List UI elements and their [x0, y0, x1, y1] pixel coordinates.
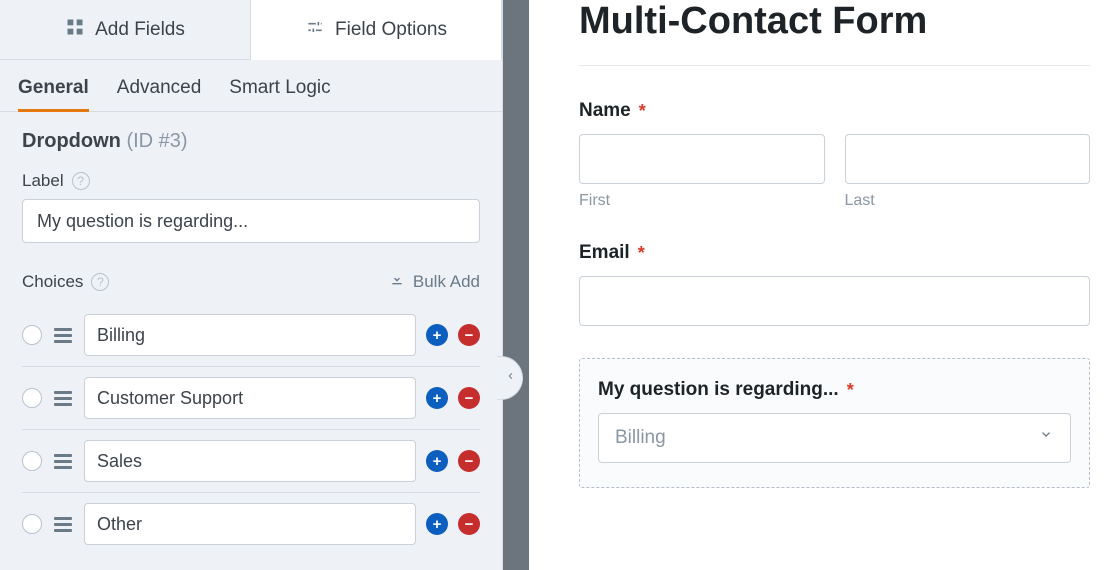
choice-row: +−: [22, 429, 480, 492]
add-choice-button[interactable]: +: [426, 513, 448, 535]
dropdown-select[interactable]: Billing: [598, 413, 1071, 463]
choice-row: +−: [22, 304, 480, 366]
choice-default-radio[interactable]: [22, 451, 42, 471]
field-type-label: Dropdown: [22, 130, 121, 152]
help-icon[interactable]: ?: [91, 273, 109, 291]
remove-choice-button[interactable]: −: [458, 324, 480, 346]
field-heading: Dropdown (ID #3): [22, 130, 480, 153]
divider: [579, 65, 1090, 66]
panel-top-tabs: Add Fields Field Options: [0, 0, 502, 60]
plus-icon: +: [433, 327, 442, 344]
help-icon[interactable]: ?: [72, 172, 90, 190]
chevron-down-icon: [1038, 427, 1054, 449]
dropdown-selected-value: Billing: [615, 427, 666, 449]
tab-add-fields-label: Add Fields: [95, 19, 185, 41]
collapse-panel-button[interactable]: [497, 356, 523, 400]
sub-tab-general[interactable]: General: [18, 77, 89, 111]
minus-icon: −: [465, 327, 474, 344]
plus-icon: +: [433, 453, 442, 470]
label-input[interactable]: [22, 199, 480, 243]
grid-icon: [65, 17, 85, 43]
drag-handle-icon[interactable]: [52, 515, 74, 534]
drag-handle-icon[interactable]: [52, 389, 74, 408]
field-id-label: (ID #3): [126, 130, 187, 152]
plus-icon: +: [433, 516, 442, 533]
choices-header: Choices ? Bulk Add: [22, 271, 480, 292]
choice-input[interactable]: [84, 503, 416, 545]
form-preview: Multi-Contact Form Name * First Last Ema…: [529, 0, 1116, 570]
choice-default-radio[interactable]: [22, 514, 42, 534]
choice-input[interactable]: [84, 440, 416, 482]
choices-list: +−+−+−+−: [22, 304, 480, 555]
first-sublabel: First: [579, 192, 825, 210]
remove-choice-button[interactable]: −: [458, 513, 480, 535]
chevron-left-icon: [504, 369, 516, 387]
choice-input[interactable]: [84, 314, 416, 356]
choice-default-radio[interactable]: [22, 325, 42, 345]
last-name-input[interactable]: [845, 134, 1091, 184]
plus-icon: +: [433, 390, 442, 407]
email-input[interactable]: [579, 276, 1090, 326]
field-email[interactable]: Email *: [579, 242, 1090, 326]
choice-row: +−: [22, 366, 480, 429]
panel-sub-tabs: General Advanced Smart Logic: [0, 60, 502, 112]
choices-caption: Choices: [22, 272, 83, 292]
tab-field-options[interactable]: Field Options: [251, 0, 502, 60]
field-name[interactable]: Name * First Last: [579, 100, 1090, 210]
minus-icon: −: [465, 453, 474, 470]
remove-choice-button[interactable]: −: [458, 387, 480, 409]
add-choice-button[interactable]: +: [426, 450, 448, 472]
name-label: Name: [579, 100, 631, 122]
sub-tab-smart-logic[interactable]: Smart Logic: [229, 77, 330, 111]
choice-input[interactable]: [84, 377, 416, 419]
field-dropdown-selected[interactable]: My question is regarding... * Billing: [579, 358, 1090, 488]
required-mark: *: [638, 243, 645, 264]
download-icon: [389, 271, 405, 292]
drag-handle-icon[interactable]: [52, 326, 74, 345]
required-mark: *: [847, 380, 854, 401]
add-choice-button[interactable]: +: [426, 387, 448, 409]
choice-default-radio[interactable]: [22, 388, 42, 408]
add-choice-button[interactable]: +: [426, 324, 448, 346]
email-label: Email: [579, 242, 630, 264]
dropdown-label: My question is regarding...: [598, 379, 839, 401]
label-row: Label ?: [22, 171, 480, 191]
minus-icon: −: [465, 390, 474, 407]
drag-handle-icon[interactable]: [52, 452, 74, 471]
minus-icon: −: [465, 516, 474, 533]
sliders-icon: [305, 17, 325, 43]
remove-choice-button[interactable]: −: [458, 450, 480, 472]
sub-tab-advanced[interactable]: Advanced: [117, 77, 202, 111]
panel-gutter: [503, 0, 529, 570]
builder-panel: Add Fields Field Options General Advance…: [0, 0, 503, 570]
bulk-add-button[interactable]: Bulk Add: [389, 271, 480, 292]
bulk-add-label: Bulk Add: [413, 272, 480, 292]
choice-row: +−: [22, 492, 480, 555]
form-title: Multi-Contact Form: [579, 0, 1090, 43]
tab-add-fields[interactable]: Add Fields: [0, 0, 251, 60]
first-name-input[interactable]: [579, 134, 825, 184]
panel-scroll: Dropdown (ID #3) Label ? Choices ? Bulk …: [0, 112, 502, 570]
last-sublabel: Last: [845, 192, 1091, 210]
required-mark: *: [639, 101, 646, 122]
tab-field-options-label: Field Options: [335, 19, 447, 41]
label-caption: Label: [22, 171, 64, 191]
